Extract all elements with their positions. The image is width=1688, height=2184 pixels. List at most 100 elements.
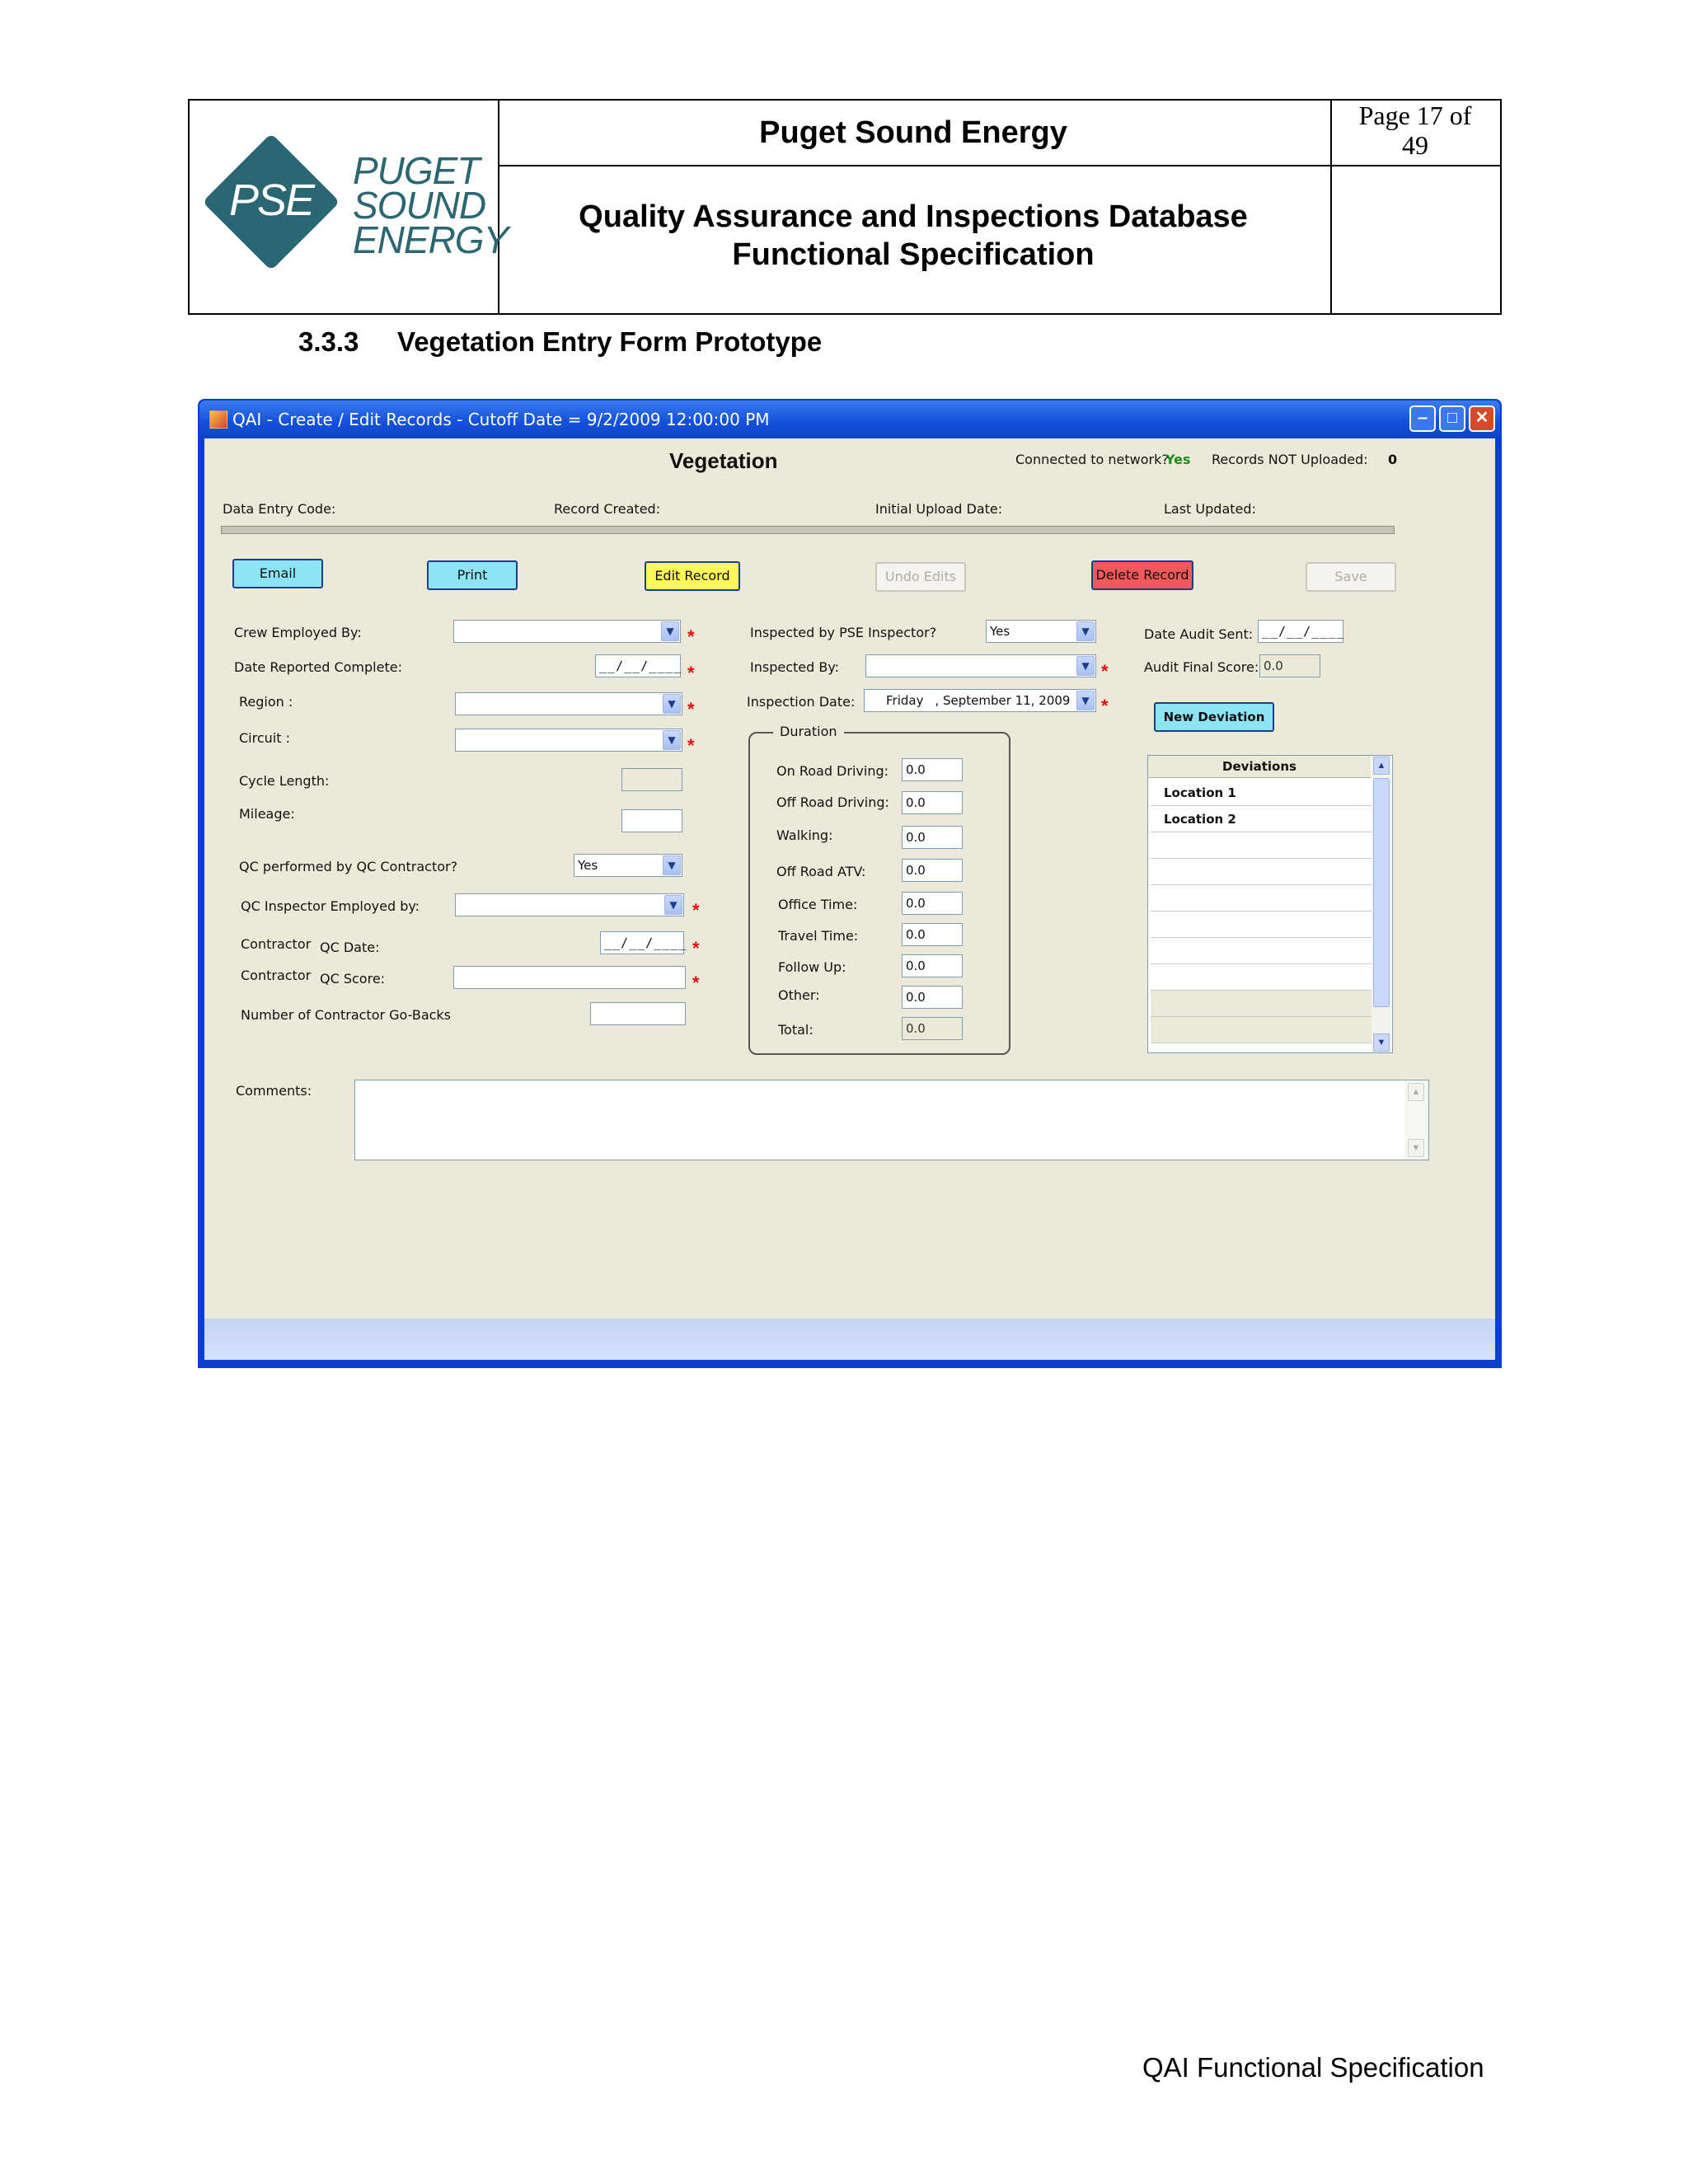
total-field: 0.0	[902, 1017, 963, 1040]
list-item[interactable]: Location 2	[1151, 806, 1372, 832]
walking-field[interactable]: 0.0	[902, 826, 963, 849]
required-marker: *	[1101, 696, 1109, 716]
list-item[interactable]	[1151, 1017, 1372, 1043]
circuit-select[interactable]: ▼	[455, 729, 682, 752]
page-label: Page 17 of	[1358, 101, 1472, 130]
walking-label: Walking:	[776, 827, 833, 843]
comments-label: Comments:	[236, 1083, 312, 1099]
follow-up-field[interactable]: 0.0	[902, 954, 963, 977]
email-button[interactable]: Email	[232, 559, 323, 588]
chevron-down-icon[interactable]: ▼	[1076, 691, 1095, 710]
inspected-by-pse-select[interactable]: Yes ▼	[986, 620, 1096, 643]
scrollbar-thumb[interactable]	[1373, 778, 1390, 1007]
total-label: Total:	[778, 1022, 814, 1038]
travel-time-field[interactable]: 0.0	[902, 923, 963, 946]
required-marker: *	[692, 938, 700, 958]
date-audit-sent-field[interactable]: __/__/____	[1258, 620, 1343, 643]
edit-record-button[interactable]: Edit Record	[645, 561, 740, 591]
comments-textarea[interactable]	[354, 1080, 1429, 1160]
list-item[interactable]	[1151, 832, 1372, 859]
form-title: Vegetation	[669, 448, 778, 473]
travel-time-label: Travel Time:	[778, 928, 859, 944]
chevron-up-icon[interactable]: ▲	[1373, 757, 1390, 775]
list-item[interactable]	[1151, 912, 1372, 938]
chevron-down-icon[interactable]: ▼	[1076, 656, 1095, 676]
list-item[interactable]: Location 1	[1151, 780, 1372, 806]
region-label: Region :	[239, 694, 293, 710]
date-audit-sent-label: Date Audit Sent:	[1144, 626, 1254, 642]
pse-logo-text: PSE	[228, 176, 315, 225]
date-reported-complete-field[interactable]: __/__/____	[595, 654, 681, 677]
chevron-down-icon[interactable]: ▼	[663, 730, 681, 750]
separator-bar	[221, 526, 1395, 534]
inspected-by-label: Inspected By:	[750, 659, 840, 675]
minimize-icon[interactable]: ‒	[1409, 405, 1436, 432]
audit-final-score-label: Audit Final Score:	[1144, 659, 1259, 675]
chevron-down-icon[interactable]: ▼	[1076, 621, 1095, 641]
status-bar	[204, 1319, 1495, 1360]
logo-word-energy: ENERGY	[353, 218, 509, 261]
off-road-atv-field[interactable]: 0.0	[902, 859, 963, 882]
document-title-line2: Functional Specification	[732, 237, 1095, 272]
qc-inspector-employed-select[interactable]: ▼	[455, 893, 684, 916]
duration-group	[748, 732, 1010, 1055]
chevron-down-icon[interactable]: ▼	[1408, 1139, 1424, 1157]
print-button[interactable]: Print	[427, 560, 518, 590]
date-reported-complete-label: Date Reported Complete:	[234, 659, 402, 675]
inspected-by-select[interactable]: ▼	[865, 654, 1096, 677]
record-created-label: Record Created:	[554, 501, 661, 517]
list-item[interactable]	[1151, 885, 1372, 912]
qc-date-label: QC Date:	[320, 940, 380, 955]
qc-performed-label: QC performed by QC Contractor?	[239, 859, 458, 874]
required-marker: *	[1101, 661, 1109, 682]
chevron-down-icon[interactable]: ▼	[663, 855, 681, 875]
qc-score-label: QC Score:	[320, 971, 386, 987]
on-road-driving-field[interactable]: 0.0	[902, 758, 963, 781]
region-select[interactable]: ▼	[455, 692, 682, 715]
mileage-field[interactable]	[621, 809, 682, 832]
section-number: 3.3.3	[298, 326, 359, 357]
inspection-date-picker[interactable]: Friday , September 11, 2009 ▼	[864, 689, 1096, 712]
other-field[interactable]: 0.0	[902, 986, 963, 1009]
maximize-icon[interactable]: □	[1439, 405, 1465, 432]
chevron-down-icon[interactable]: ▼	[661, 621, 679, 641]
chevron-up-icon[interactable]: ▲	[1408, 1083, 1424, 1101]
list-item[interactable]	[1151, 964, 1372, 991]
required-marker: *	[687, 663, 695, 683]
circuit-label: Circuit :	[239, 730, 290, 746]
go-backs-field[interactable]	[590, 1002, 686, 1025]
list-item[interactable]	[1151, 991, 1372, 1017]
chevron-down-icon[interactable]: ▼	[664, 895, 682, 915]
app-icon	[209, 410, 227, 429]
save-button[interactable]: Save	[1306, 562, 1396, 592]
list-item[interactable]	[1151, 859, 1372, 885]
records-not-uploaded-label: Records NOT Uploaded:	[1212, 452, 1368, 467]
mileage-label: Mileage:	[239, 806, 295, 822]
document-title: Quality Assurance and Inspections Databa…	[498, 198, 1329, 274]
new-deviation-button[interactable]: New Deviation	[1154, 702, 1274, 732]
page-footer: QAI Functional Specification	[1142, 2052, 1484, 2083]
close-icon[interactable]: ✕	[1469, 405, 1495, 432]
undo-edits-button[interactable]: Undo Edits	[875, 562, 966, 592]
off-road-driving-field[interactable]: 0.0	[902, 791, 963, 814]
qc-performed-value: Yes	[578, 858, 598, 873]
crew-employed-by-select[interactable]: ▼	[453, 620, 681, 643]
contractor-label: Contractor	[241, 936, 312, 952]
required-marker: *	[692, 972, 700, 993]
contractor-label: Contractor	[241, 968, 312, 983]
connected-label: Connected to network?	[1015, 452, 1169, 467]
contractor-qc-score-field[interactable]	[453, 966, 686, 989]
other-label: Other:	[778, 987, 820, 1003]
deviation-location-2: Location 2	[1164, 812, 1236, 827]
list-item[interactable]	[1151, 938, 1372, 964]
last-updated-label: Last Updated:	[1164, 501, 1256, 517]
qc-performed-select[interactable]: Yes ▼	[574, 854, 682, 877]
chevron-down-icon[interactable]: ▼	[1373, 1033, 1390, 1052]
delete-record-button[interactable]: Delete Record	[1091, 560, 1193, 590]
office-time-field[interactable]: 0.0	[902, 892, 963, 915]
data-entry-code-label: Data Entry Code:	[223, 501, 336, 517]
page-total: 49	[1402, 130, 1428, 160]
contractor-qc-date-field[interactable]: __/__/____	[600, 931, 686, 954]
chevron-down-icon[interactable]: ▼	[663, 694, 681, 714]
connected-status: Yes	[1165, 452, 1191, 467]
